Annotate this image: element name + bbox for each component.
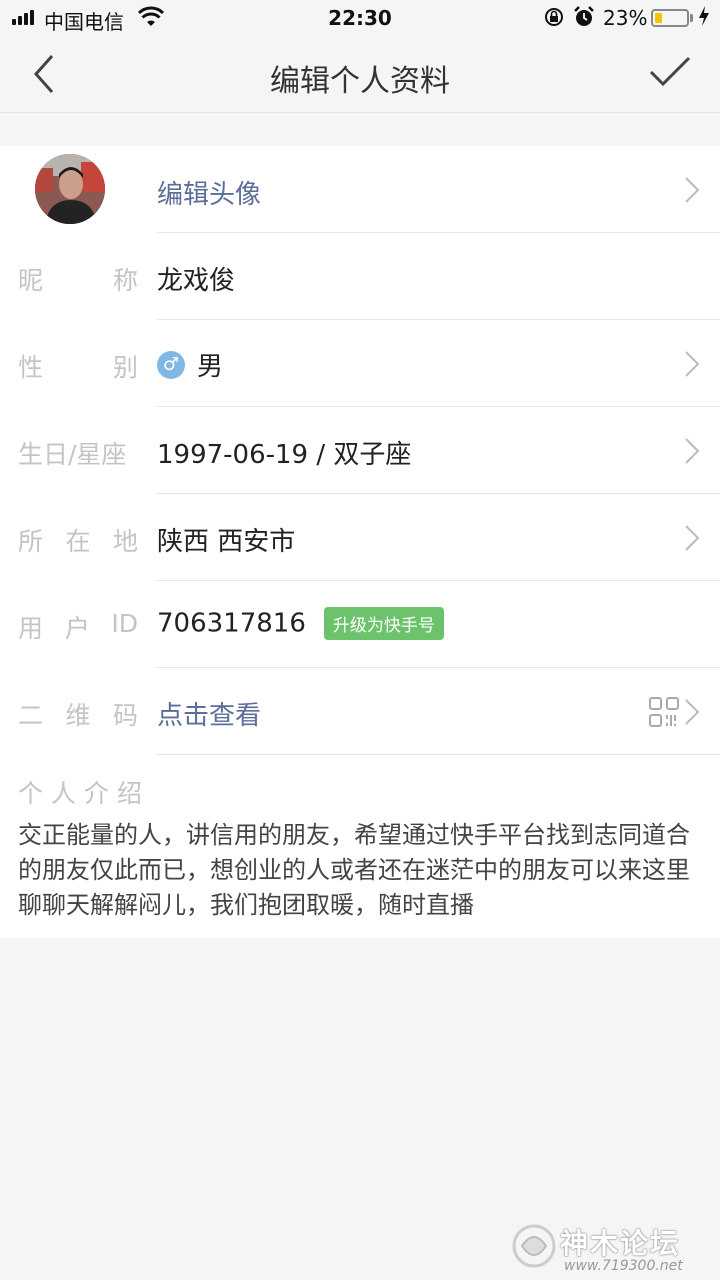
user-id-row: 用户 ID 706317816 升级为快手号 bbox=[0, 581, 720, 668]
page-title: 编辑个人资料 bbox=[270, 64, 450, 99]
gender-label: 性别 bbox=[18, 353, 138, 382]
chevron-right-icon bbox=[684, 437, 700, 469]
location-row[interactable]: 所在地 陕西 西安市 bbox=[0, 494, 720, 581]
qrcode-view-link[interactable]: 点击查看 bbox=[157, 695, 261, 732]
qrcode-label: 二维码 bbox=[18, 701, 138, 730]
qr-code-icon bbox=[648, 696, 680, 732]
battery-tip bbox=[690, 14, 693, 22]
location-value: 陕西 西安市 bbox=[157, 527, 296, 557]
watermark-logo-icon bbox=[512, 1224, 556, 1268]
user-id-label: 用户 ID bbox=[18, 609, 138, 643]
user-id-value: 706317816 bbox=[157, 608, 306, 639]
edit-avatar-label: 编辑头像 bbox=[157, 180, 262, 210]
profile-form: 编辑头像 昵称 龙戏俊 性别 ♂ 男 生日/星座 1997-06-19 / 双子座 bbox=[0, 146, 720, 938]
intro-label: 个人介绍 bbox=[18, 779, 151, 808]
gender-row[interactable]: 性别 ♂ 男 bbox=[0, 320, 720, 407]
upgrade-kuaishou-id-button[interactable]: 升级为快手号 bbox=[323, 607, 444, 640]
nickname-value: 龙戏俊 bbox=[157, 266, 236, 296]
birthday-value: 1997-06-19 / 双子座 bbox=[157, 440, 412, 470]
battery-percent: 23% bbox=[603, 6, 648, 30]
intro-text[interactable]: 交正能量的人，讲信用的朋友，希望通过快手平台找到志同道合的朋友仅此而已，想创业的… bbox=[18, 818, 698, 923]
location-label: 所在地 bbox=[18, 527, 138, 556]
qrcode-row[interactable]: 二维码 点击查看 bbox=[0, 668, 720, 755]
battery-icon bbox=[651, 9, 689, 27]
watermark-url: www.719300.net bbox=[564, 1258, 683, 1274]
confirm-check-icon[interactable] bbox=[648, 54, 692, 94]
alarm-icon bbox=[573, 5, 595, 34]
birthday-row[interactable]: 生日/星座 1997-06-19 / 双子座 bbox=[0, 407, 720, 494]
gender-value: 男 bbox=[197, 352, 224, 382]
watermark: 神木论坛 www.719300.net bbox=[508, 1218, 720, 1278]
rotation-lock-icon bbox=[543, 6, 565, 33]
avatar bbox=[35, 154, 105, 224]
chevron-right-icon bbox=[684, 524, 700, 556]
chevron-right-icon bbox=[684, 698, 700, 730]
avatar-row[interactable]: 编辑头像 bbox=[0, 146, 720, 233]
watermark-text: 神木论坛 bbox=[560, 1227, 681, 1260]
male-icon: ♂ bbox=[157, 350, 185, 379]
charging-bolt-icon bbox=[698, 5, 710, 32]
birthday-label: 生日/星座 bbox=[18, 440, 127, 469]
chevron-right-icon bbox=[684, 176, 700, 208]
chevron-right-icon bbox=[684, 350, 700, 382]
status-bar: 中国电信 22:30 23% bbox=[0, 0, 720, 36]
nickname-label: 昵称 bbox=[18, 266, 138, 295]
nav-bar: 编辑个人资料 bbox=[0, 36, 720, 113]
nickname-row[interactable]: 昵称 龙戏俊 bbox=[0, 233, 720, 320]
